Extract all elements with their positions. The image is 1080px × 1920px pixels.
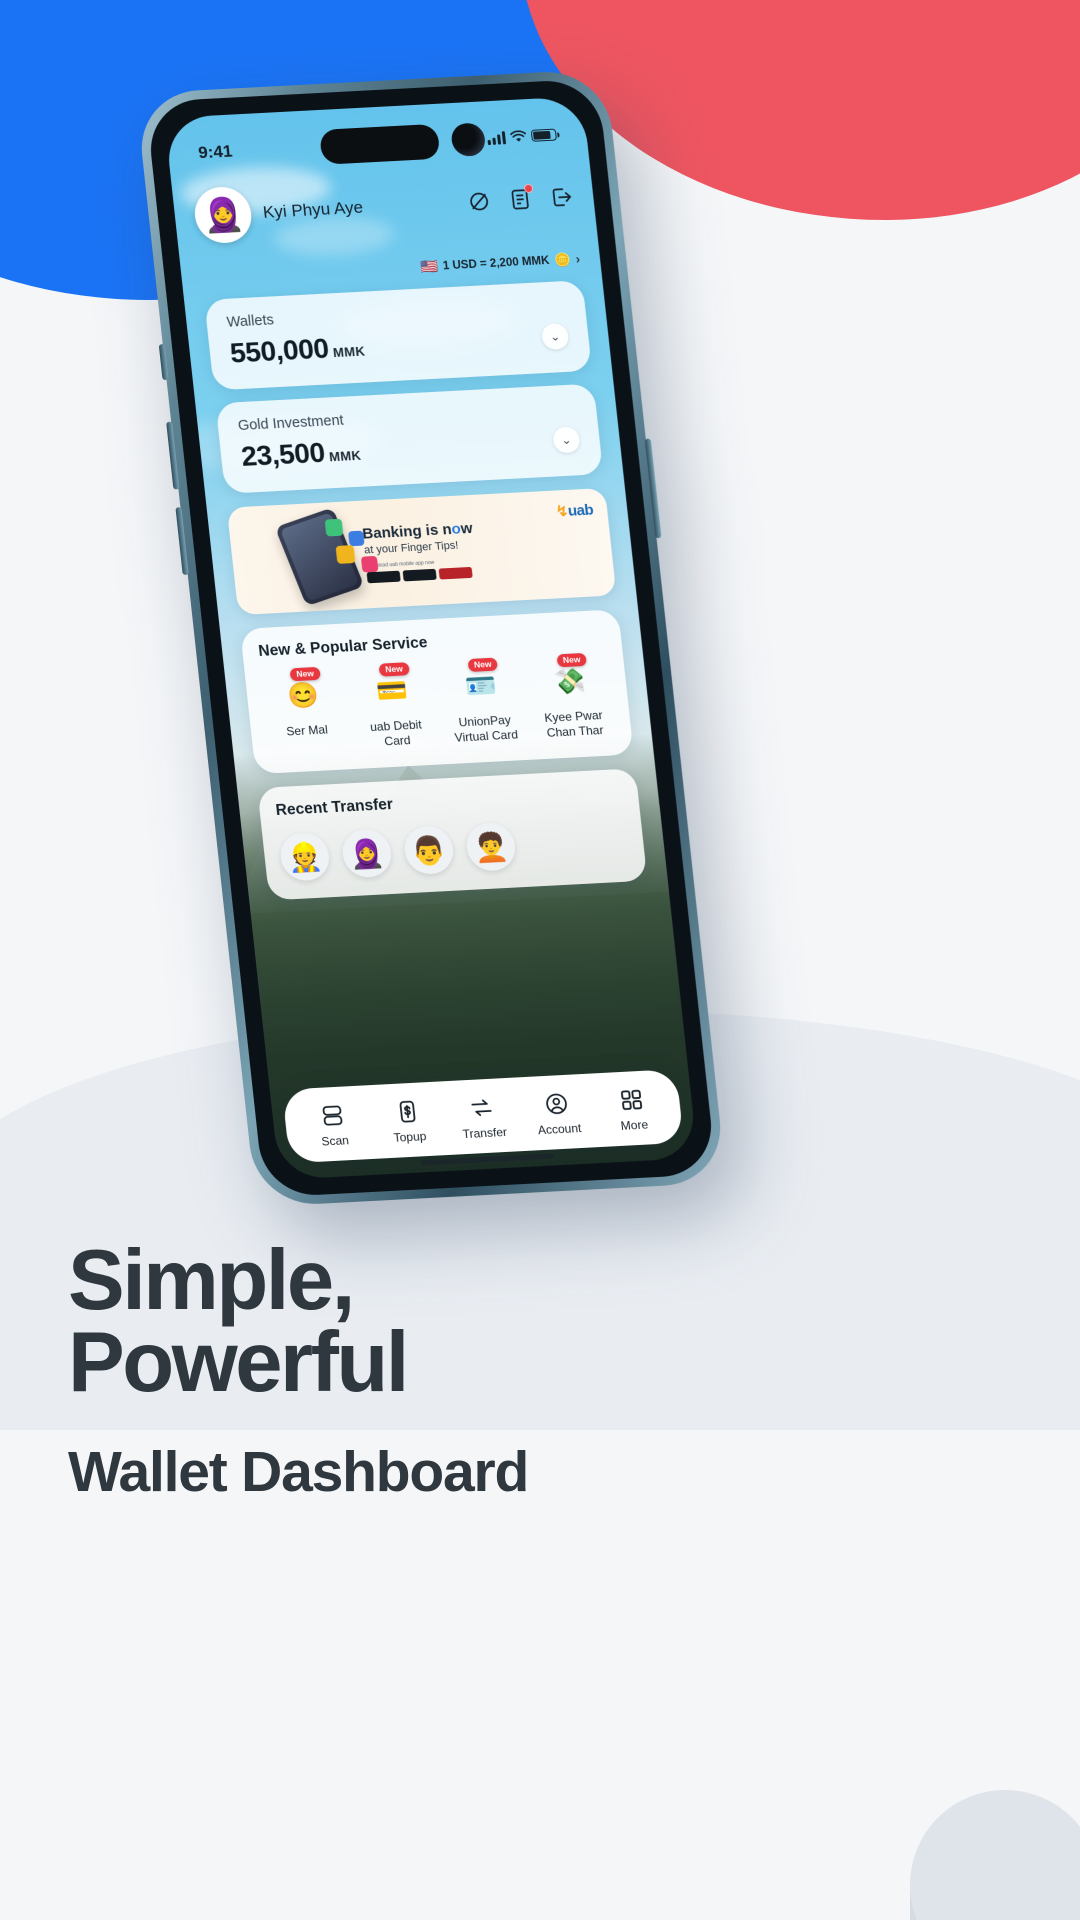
service-label: uab Debit Card [369, 717, 423, 749]
notes-icon[interactable] [507, 183, 534, 212]
wallet-amount-currency: MMK [332, 343, 366, 361]
nav-label: More [619, 1117, 649, 1133]
exchange-rate[interactable]: 🇺🇸 1 USD = 2,200 MMK 🪙 › [201, 250, 581, 287]
exchange-rate-text: 1 USD = 2,200 MMK [442, 254, 551, 272]
service-label: UnionPay Virtual Card [453, 712, 519, 745]
phone-bezel: 9:41 🧕 Kyi Phyu Aye 🇺🇸 1 USD = 2,200 MMK… [145, 78, 717, 1198]
service-item-uab-debit-card[interactable]: 💳 New uab Debit Card [350, 662, 438, 751]
nav-label: Account [537, 1121, 583, 1138]
recent-contact-avatar[interactable]: 👷 [278, 831, 332, 882]
recent-contact-avatar[interactable]: 🧑‍🦱 [464, 821, 518, 872]
phone-mockup: 9:41 🧕 Kyi Phyu Aye 🇺🇸 1 USD = 2,200 MMK… [135, 68, 727, 1208]
nav-item-topup[interactable]: Topup [368, 1096, 448, 1146]
gold-card-label: Gold Investment [237, 412, 345, 435]
unionpay-virtual-card-icon: 🪪 New [463, 657, 499, 701]
gold-amount-currency: MMK [328, 447, 362, 465]
google-play-badge[interactable] [366, 570, 401, 584]
power-button [644, 438, 662, 539]
background-cylinder-top [910, 1790, 1080, 1920]
wifi-icon [510, 129, 526, 142]
uab-debit-card-icon: 💳 New [374, 662, 410, 706]
store-badges [366, 566, 478, 584]
nav-item-account[interactable]: Account [518, 1088, 598, 1138]
app-header: 🧕 Kyi Phyu Aye [192, 169, 576, 245]
header-actions [466, 183, 575, 214]
chevron-right-icon: › [574, 251, 581, 267]
transfer-icon [443, 1092, 521, 1122]
dollar-icon [368, 1096, 446, 1126]
battery-icon [530, 128, 558, 142]
new-badge: New [289, 666, 321, 681]
recent-transfer-panel: Recent Transfer 👷 🧕 👨 🧑‍🦱 [257, 768, 648, 901]
marketing-caption: Simple, Powerful Wallet Dashboard [68, 1233, 529, 1505]
services-row: 😊 New Ser Mal 💳 New uab Debit Card 🪪 New… [261, 652, 616, 756]
promo-headline-part1: Banking is n [361, 520, 453, 543]
service-item-unionpay-virtual-card[interactable]: 🪪 New UnionPay Virtual Card [439, 657, 527, 746]
wallet-card-label: Wallets [225, 312, 275, 331]
caption-line-1: Simple, [68, 1233, 355, 1328]
kyee-pwar-chan-thar-icon: 💸 New [552, 652, 588, 696]
gold-investment-card[interactable]: Gold Investment 23,500 MMK ⌄ [215, 383, 604, 494]
services-panel: New & Popular Service 😊 New Ser Mal 💳 Ne… [239, 609, 634, 775]
wallet-card-amount: 550,000 MMK [228, 331, 366, 370]
app-store-badge[interactable] [402, 568, 437, 582]
wallet-amount-value: 550,000 [228, 332, 331, 369]
grid-icon [593, 1085, 671, 1115]
recent-contact-avatar[interactable]: 🧕 [340, 828, 394, 879]
gold-card-amount: 23,500 MMK [240, 435, 363, 473]
recent-contact-avatar[interactable]: 👨 [402, 824, 456, 876]
app-content: 🧕 Kyi Phyu Aye 🇺🇸 1 USD = 2,200 MMK 🪙 › … [164, 96, 697, 1180]
nav-item-scan[interactable]: Scan [294, 1100, 374, 1150]
logout-icon[interactable] [548, 185, 575, 210]
nav-label: Scan [320, 1133, 350, 1149]
avatar[interactable]: 🧕 [192, 185, 255, 245]
promo-headline-part3: w [459, 519, 474, 538]
promo-tile [360, 555, 379, 573]
new-badge: New [556, 652, 588, 667]
wallet-expand-chevron-icon[interactable]: ⌄ [540, 322, 570, 351]
nav-label: Topup [392, 1129, 428, 1145]
promo-tile [324, 518, 344, 537]
wallet-card[interactable]: Wallets 550,000 MMK ⌄ [204, 280, 593, 391]
promo-tile [335, 545, 356, 564]
promo-banner[interactable]: Banking is now at your Finger Tips! Down… [226, 487, 617, 616]
user-name: Kyi Phyu Aye [262, 197, 364, 222]
person-icon [518, 1088, 596, 1118]
gold-amount-value: 23,500 [239, 436, 327, 472]
nav-item-more[interactable]: More [593, 1085, 673, 1135]
volume-up-button [166, 421, 180, 490]
nav-item-transfer[interactable]: Transfer [443, 1092, 523, 1142]
uab-logo: ↯uab [555, 501, 594, 521]
flag-icon: 🇺🇸 [419, 257, 439, 275]
qr-scan-icon[interactable] [466, 189, 493, 214]
cellular-signal-icon [487, 130, 507, 145]
uab-logo-text: uab [567, 501, 595, 520]
coin-icon: 🪙 [553, 251, 572, 268]
services-title: New & Popular Service [257, 634, 429, 660]
volume-down-button [175, 507, 189, 576]
recent-transfer-title: Recent Transfer [274, 796, 394, 820]
notification-badge [523, 183, 534, 194]
nav-label: Transfer [461, 1124, 508, 1142]
service-item-ser-mal[interactable]: 😊 New Ser Mal [261, 666, 349, 756]
new-badge: New [378, 662, 410, 677]
phone-screen: 9:41 🧕 Kyi Phyu Aye 🇺🇸 1 USD = 2,200 MMK… [164, 96, 698, 1180]
promo-tile [347, 530, 365, 547]
silent-switch [158, 344, 169, 381]
gold-expand-chevron-icon[interactable]: ⌄ [551, 426, 581, 454]
caption-line-2: Powerful [68, 1314, 409, 1410]
status-time: 9:41 [197, 141, 234, 163]
new-badge: New [467, 657, 499, 672]
appgallery-badge[interactable] [438, 566, 473, 580]
service-label: Ser Mal [285, 722, 329, 739]
caption-line-3: Wallet Dashboard [68, 1440, 529, 1505]
phone-frame: 9:41 🧕 Kyi Phyu Aye 🇺🇸 1 USD = 2,200 MMK… [135, 68, 727, 1208]
service-item-kyee-pwar-chan-thar[interactable]: 💸 New Kyee Pwar Chan Thar [528, 652, 616, 742]
scan-icon [294, 1100, 372, 1130]
recent-contacts-row: 👷 🧕 👨 🧑‍🦱 [278, 816, 629, 882]
service-label: Kyee Pwar Chan Thar [543, 708, 605, 740]
ser-mal-icon: 😊 New [286, 666, 321, 710]
